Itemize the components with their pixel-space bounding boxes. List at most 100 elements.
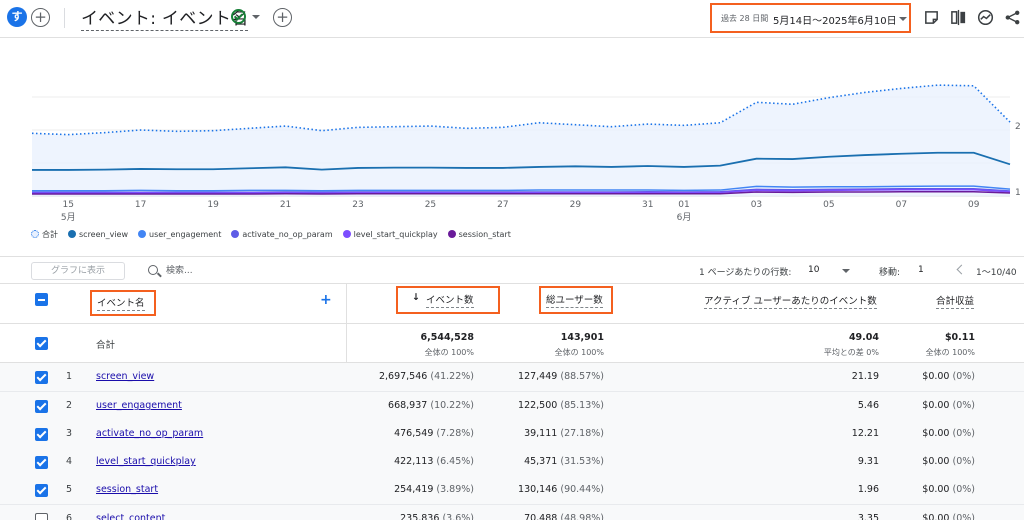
total-events-per-user-sub: 平均との差 0% bbox=[823, 348, 879, 357]
total-event-count-sub: 全体の 100% bbox=[424, 348, 474, 357]
add-dimension-plus-icon[interactable]: + bbox=[320, 292, 332, 308]
x-tick-label: 15 bbox=[62, 200, 74, 210]
event-count-percent: (6.45%) bbox=[436, 456, 474, 467]
legend-swatch bbox=[138, 230, 147, 238]
total-users-value: 130,146 bbox=[518, 484, 558, 495]
compare-icon[interactable] bbox=[950, 9, 967, 26]
row-total-users: 130,146 (90.44%) bbox=[518, 484, 604, 495]
add-comparison-plus-icon[interactable]: + bbox=[31, 8, 50, 27]
legend-label: screen_view bbox=[79, 229, 129, 239]
event-name-link[interactable]: session_start bbox=[96, 484, 158, 495]
event-count-value: 235,836 bbox=[400, 513, 440, 520]
header-event-count[interactable]: イベント数 bbox=[426, 292, 474, 308]
header-revenue[interactable]: 合計収益 bbox=[936, 293, 975, 309]
legend-item[interactable]: user_engagement bbox=[138, 230, 221, 239]
header-events-per-user[interactable]: アクティブ ユーザーあたりのイベント数 bbox=[704, 293, 877, 309]
revenue-percent: (0%) bbox=[952, 456, 975, 467]
row-event-count: 2,697,546 (41.22%) bbox=[379, 371, 474, 382]
row-checkbox[interactable] bbox=[35, 484, 48, 497]
legend-item[interactable]: session_start bbox=[447, 230, 511, 239]
x-tick-label: 27 bbox=[497, 200, 509, 210]
event-name-link[interactable]: select_content bbox=[96, 513, 165, 520]
row-total-users: 45,371 (31.53%) bbox=[524, 456, 604, 467]
x-tick-label: 03 bbox=[750, 200, 763, 210]
x-tick-label: 07 bbox=[895, 200, 908, 210]
rows-per-page-select[interactable]: 10 bbox=[808, 265, 819, 275]
check-circle-icon[interactable] bbox=[231, 9, 246, 24]
event-name-link[interactable]: level_start_quickplay bbox=[96, 456, 196, 467]
legend-swatch bbox=[68, 230, 76, 238]
plot-rows-button[interactable]: グラフに表示 bbox=[31, 262, 125, 280]
table-row[interactable]: 1 screen_view 2,697,546 (41.22%) 127,449 (8… bbox=[0, 363, 1024, 392]
revenue-value: $0.00 bbox=[922, 513, 950, 520]
edit-report-icon[interactable] bbox=[923, 9, 940, 26]
rows-per-page-label: 1 ページあたりの行数: bbox=[699, 268, 792, 278]
table-row[interactable]: 4 level_start_quickplay 422,113 (6.45%) 45,… bbox=[0, 448, 1024, 477]
x-tick-label: 29 bbox=[569, 200, 582, 210]
table-row[interactable]: 2 user_engagement 668,937 (10.22%) 122,500 … bbox=[0, 392, 1024, 421]
y-tick-label: 2 bbox=[1015, 122, 1021, 132]
table-row[interactable]: 5 session_start 254,419 (3.89%) 130,146 (90… bbox=[0, 476, 1024, 505]
row-event-count: 422,113 (6.45%) bbox=[394, 456, 474, 467]
chevron-left-icon[interactable] bbox=[956, 264, 967, 275]
x-month-label: 6月 bbox=[676, 213, 692, 223]
row-checkbox[interactable] bbox=[35, 428, 48, 441]
sort-arrow-icon[interactable]: ↓ bbox=[412, 292, 420, 304]
legend-item[interactable]: activate_no_op_param bbox=[231, 229, 333, 239]
row-revenue: $0.00 (0%) bbox=[922, 513, 975, 520]
header-total-users[interactable]: 総ユーザー数 bbox=[546, 292, 603, 308]
chevron-down-icon[interactable] bbox=[842, 269, 850, 273]
total-events-per-user: 49.04 bbox=[848, 332, 879, 343]
table-row[interactable]: 6 select_content 235,836 (3.6%) 70,488 (48.… bbox=[0, 505, 1024, 520]
total-row-checkbox[interactable] bbox=[35, 337, 48, 350]
date-range-picker[interactable]: 過去 28 日間 5月14日～2025年6月10日 bbox=[710, 3, 911, 33]
select-all-checkbox[interactable] bbox=[35, 293, 48, 306]
x-tick-label: 05 bbox=[823, 200, 835, 210]
insights-icon[interactable] bbox=[977, 9, 994, 26]
total-users-percent: (27.18%) bbox=[560, 428, 604, 439]
goto-page-input[interactable]: 1 bbox=[918, 265, 924, 275]
goto-label: 移動: bbox=[879, 268, 901, 278]
row-checkbox[interactable] bbox=[35, 371, 48, 384]
table-row[interactable]: 3 activate_no_op_param 476,549 (7.28%) 39,1… bbox=[0, 420, 1024, 449]
row-events-per-user: 12.21 bbox=[851, 428, 879, 439]
event-count-percent: (41.22%) bbox=[430, 371, 474, 382]
row-total-users: 127,449 (88.57%) bbox=[518, 371, 604, 382]
event-count-value: 422,113 bbox=[394, 456, 434, 467]
report-title[interactable]: イベント: イベント名 bbox=[81, 4, 249, 31]
search-input[interactable] bbox=[166, 263, 326, 279]
row-events-per-user: 1.96 bbox=[857, 484, 879, 495]
row-rank: 6 bbox=[66, 513, 73, 520]
row-revenue: $0.00 (0%) bbox=[922, 428, 975, 439]
row-checkbox[interactable] bbox=[35, 456, 48, 469]
row-checkbox[interactable] bbox=[35, 513, 48, 520]
series-area-total bbox=[32, 85, 1010, 196]
row-checkbox[interactable] bbox=[35, 400, 48, 413]
table-toolbar: グラフに表示 1 ページあたりの行数: 10 移動: 1 1～10/40 bbox=[0, 256, 1024, 284]
row-events-per-user: 9.31 bbox=[857, 456, 879, 467]
total-users-percent: (85.13%) bbox=[560, 400, 604, 411]
chevron-down-icon[interactable] bbox=[252, 15, 260, 19]
event-name-link[interactable]: activate_no_op_param bbox=[96, 428, 203, 439]
legend-item[interactable]: level_start_quickplay bbox=[342, 230, 438, 239]
revenue-value: $0.00 bbox=[922, 371, 950, 382]
x-tick-label: 31 bbox=[642, 200, 654, 210]
total-label: 合計 bbox=[96, 340, 116, 351]
event-name-link[interactable]: user_engagement bbox=[96, 400, 182, 411]
row-event-count: 235,836 (3.6%) bbox=[400, 513, 474, 520]
revenue-value: $0.00 bbox=[922, 428, 950, 439]
event-count-value: 668,937 bbox=[388, 400, 428, 411]
legend-label: activate_no_op_param bbox=[242, 229, 333, 239]
legend-item[interactable]: 合計 bbox=[31, 229, 58, 240]
row-event-count: 668,937 (10.22%) bbox=[388, 400, 474, 411]
revenue-value: $0.00 bbox=[922, 484, 950, 495]
row-rank: 3 bbox=[66, 428, 73, 439]
account-avatar[interactable]: す bbox=[7, 7, 27, 27]
legend-swatch bbox=[31, 230, 39, 238]
share-icon[interactable] bbox=[1004, 9, 1021, 26]
header-event-name[interactable]: イベント名 bbox=[97, 295, 145, 311]
report-header: す + イベント: イベント名 + 過去 28 日間 5月14日～2025年6月… bbox=[0, 0, 1024, 38]
event-name-link[interactable]: screen_view bbox=[96, 371, 154, 382]
legend-item[interactable]: screen_view bbox=[68, 230, 128, 239]
add-filter-plus-icon[interactable]: + bbox=[273, 8, 292, 27]
